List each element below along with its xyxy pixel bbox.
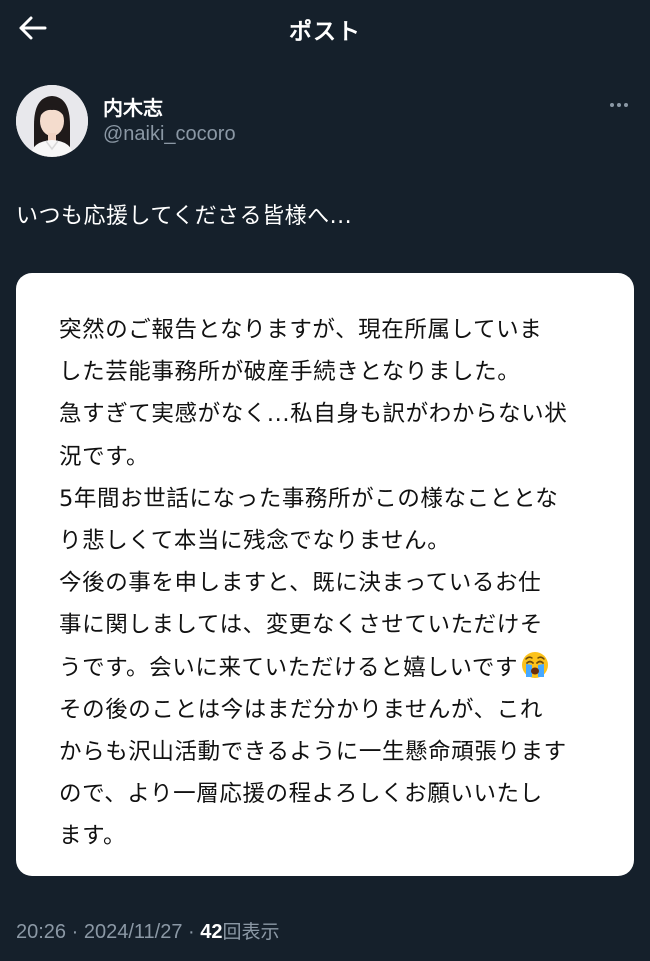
post-time[interactable]: 20:26: [16, 921, 66, 943]
post-author: 内木志 @naiki_cocoro: [16, 85, 634, 157]
loudly-crying-face-icon: [522, 651, 549, 678]
image-text-line: 事に関しましては、変更なくさせていただけそ: [59, 612, 543, 639]
author-name[interactable]: 内木志: [103, 92, 163, 121]
image-text-line: 急すぎて実感がなく...私自身も訳がわからない状: [59, 401, 568, 428]
more-horizontal-icon: [617, 103, 621, 107]
post-image[interactable]: 突然のご報告となりますが、現在所属していま した芸能事務所が破産手続きとなりまし…: [16, 273, 634, 876]
separator: ·: [66, 921, 84, 943]
image-text-line: 況です。: [59, 443, 150, 470]
image-text-line: ます。: [59, 823, 127, 850]
more-options-button[interactable]: [604, 95, 634, 115]
image-text-line: その後のことは今はまだ分かりませんが、これ: [59, 696, 543, 723]
image-text-line: うです。会いに来ていただけると嬉しいです: [59, 654, 519, 681]
author-handle[interactable]: @naiki_cocoro: [103, 123, 236, 146]
views-count[interactable]: 42: [200, 921, 222, 943]
image-text-line: からも沢山活動できるように一生懸命頑張ります: [59, 738, 567, 765]
separator: ·: [182, 921, 201, 943]
image-text-line: 5年間お世話になった事務所がこの様なこととな: [59, 485, 559, 512]
avatar[interactable]: [16, 85, 88, 157]
page-title: ポスト: [289, 19, 361, 45]
profile-photo: [16, 85, 88, 157]
image-text-line: り悲しくて本当に残念でなりません。: [59, 527, 451, 554]
image-text-line-with-emoji: うです。会いに来ていただけると嬉しいです: [59, 647, 619, 689]
more-horizontal-icon: [610, 103, 614, 107]
top-bar: ポスト: [0, 0, 650, 56]
post-text: いつも応援してくださる皆様へ...: [16, 204, 353, 229]
image-text: 突然のご報告となりますが、現在所属していま した芸能事務所が破産手続きとなりまし…: [59, 309, 619, 857]
image-text-line: 突然のご報告となりますが、現在所属していま: [59, 317, 543, 343]
image-text-line: した芸能事務所が破産手続きとなりました。: [59, 359, 521, 386]
views-label[interactable]: 回表示: [223, 921, 280, 943]
post-date[interactable]: 2024/11/27: [84, 921, 183, 943]
more-horizontal-icon: [624, 103, 628, 107]
post-metadata: 20:26 · 2024/11/27 · 42回表示: [16, 917, 280, 944]
image-text-line: 今後の事を申しますと、既に決まっているお仕: [59, 570, 542, 597]
image-text-line: ので、より一層応援の程よろしくお願いいたし: [59, 781, 543, 808]
